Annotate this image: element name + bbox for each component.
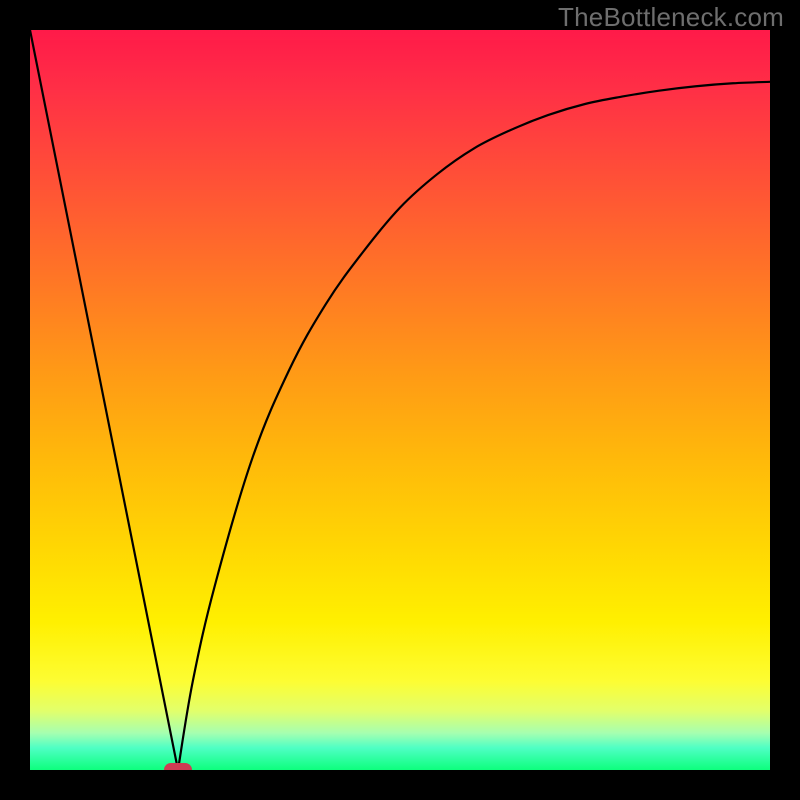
min-marker: [164, 763, 192, 770]
watermark-text: TheBottleneck.com: [558, 2, 784, 33]
chart-frame: TheBottleneck.com: [0, 0, 800, 800]
plot-area: [30, 30, 770, 770]
curve-svg: [30, 30, 770, 770]
curve-path: [30, 30, 770, 770]
